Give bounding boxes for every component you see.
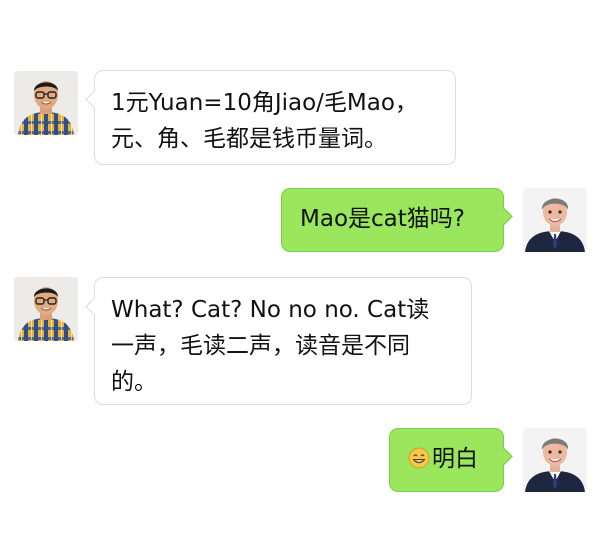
teacher-avatar[interactable] — [14, 71, 78, 135]
bubble-tail — [494, 207, 513, 226]
message-text: 明白 — [432, 446, 478, 472]
message-text-line: 明白 — [408, 441, 485, 477]
student-avatar[interactable] — [523, 428, 587, 492]
message-text-line: 的。 — [111, 369, 157, 395]
student-avatar[interactable] — [523, 188, 587, 252]
message-text-line: Mao是cat猫吗? — [300, 206, 465, 232]
message-bubble-incoming[interactable]: What? Cat? No no no. Cat读 一声，毛读二声，读音是不同 … — [85, 277, 472, 405]
grinning-face-emoji-icon — [408, 447, 430, 469]
bubble-tail — [85, 90, 104, 109]
message-bubble-outgoing[interactable]: Mao是cat猫吗? — [281, 188, 513, 252]
teacher-avatar[interactable] — [14, 277, 78, 341]
bubble-tail — [85, 297, 104, 316]
message-text-line: 元、角、毛都是钱币量词。 — [111, 126, 387, 152]
message-bubble-outgoing[interactable]: 明白 — [389, 428, 513, 492]
man-with-glasses-avatar-icon — [14, 277, 78, 341]
message-bubble-incoming[interactable]: 1元Yuan=10角Jiao/毛Mao， 元、角、毛都是钱币量词。 — [85, 70, 456, 165]
message-text-line: What? Cat? No no no. Cat读 — [111, 297, 430, 323]
man-with-glasses-avatar-icon — [14, 71, 78, 135]
message-text-line: 一声，毛读二声，读音是不同 — [111, 333, 410, 359]
man-in-suit-avatar-icon — [523, 188, 587, 252]
message-text-line: 1元Yuan=10角Jiao/毛Mao， — [111, 90, 418, 116]
man-in-suit-avatar-icon — [523, 428, 587, 492]
bubble-tail — [494, 447, 513, 466]
